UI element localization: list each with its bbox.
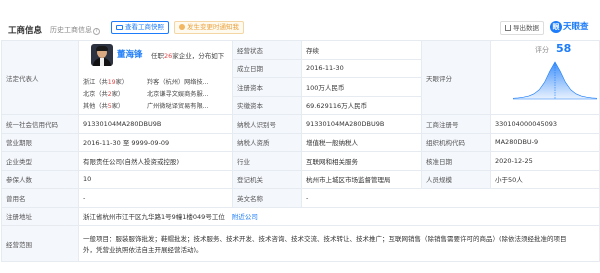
- english-name-value: -: [301, 188, 600, 208]
- insured-value: 10: [78, 169, 233, 189]
- address-label: 注册地址: [1, 206, 79, 226]
- unit-prefix: （共: [95, 91, 108, 98]
- section-title: 工商信息: [8, 26, 43, 36]
- unit-prefix: （共: [95, 103, 108, 110]
- avatar[interactable]: [91, 44, 113, 66]
- taxpayer-quality-value: 增值税一般纳税人: [301, 132, 422, 152]
- entity-region: 北京: [83, 91, 96, 98]
- industry-value: 互联网和相关服务: [301, 151, 422, 171]
- status-value: 存续: [301, 40, 422, 60]
- org-code-label: 组织机构代码: [421, 132, 491, 152]
- legal-rep-summary: 任职26家企业，分布如下: [151, 50, 224, 60]
- export-icon: [505, 25, 511, 31]
- unit-prefix: （共: [95, 79, 108, 86]
- entity-company[interactable]: 广州微哒译贸易有限...: [147, 101, 209, 110]
- english-name-label: 英文名称: [232, 188, 302, 208]
- unit-suffix: 家）: [111, 103, 125, 110]
- view-snapshot-label: 查看工商快照: [125, 23, 164, 31]
- export-label: 导出数据: [513, 24, 539, 32]
- export-button[interactable]: 导出数据: [500, 21, 544, 35]
- credit-code-label: 统一社会信用代码: [1, 114, 79, 134]
- tianyancha-logo: 眼天眼查: [550, 20, 589, 35]
- address-value: 浙江省杭州市江干区九华路1号9幢1楼049号工位: [83, 213, 225, 222]
- score-caption: 评分: [535, 46, 549, 54]
- score-value: 58: [556, 42, 572, 55]
- legal-rep-name[interactable]: 董海锋: [117, 48, 143, 60]
- nearby-companies-link[interactable]: 附近公司: [232, 213, 258, 221]
- approval-label: 核准日期: [421, 151, 491, 171]
- logo-eye-icon: 眼: [550, 21, 562, 33]
- history-label: 历史工商信息: [50, 26, 92, 34]
- taxpayer-quality-label: 纳税人资质: [232, 132, 302, 152]
- entity-row[interactable]: 浙江（共19家）: [83, 77, 128, 86]
- entity-row[interactable]: 北京（共2家）: [83, 89, 124, 98]
- logo-text: 天眼查: [563, 22, 589, 32]
- bell-icon: [179, 24, 185, 30]
- taxpayer-id-value: 91330104MA280DBU9B: [301, 114, 422, 134]
- history-link[interactable]: 历史工商信息?: [50, 25, 100, 35]
- scope-value-line-1: 一般项目：服装服饰批发；鞋帽批发；技术服务、技术开发、技术咨询、技术交流、技术转…: [83, 234, 567, 243]
- reg-capital-value: 100万人民币: [301, 77, 422, 97]
- staff-label: 人员规模: [421, 169, 491, 189]
- view-snapshot-button[interactable]: 查看工商快照: [111, 21, 169, 34]
- type-label: 企业类型: [1, 151, 79, 171]
- entity-company[interactable]: 北京谦寻文娱商务服...: [147, 89, 209, 98]
- reg-no-value: 330104000045093: [490, 114, 600, 134]
- scope-value-line-2: 外，凭营业执照依法自主开展经营活动)。: [83, 245, 203, 254]
- approval-value: 2020-12-25: [490, 151, 600, 171]
- score-label: 天眼评分: [421, 40, 491, 115]
- reg-capital-label: 注册资本: [232, 77, 302, 97]
- paid-capital-value: 69.629116万人民币: [301, 95, 422, 115]
- industry-label: 行业: [232, 151, 302, 171]
- insured-label: 参保人数: [1, 169, 79, 189]
- authority-value: 杭州市上城区市场监督管理局: [301, 169, 422, 189]
- section-header: 工商信息 历史工商信息? 查看工商快照 发生变更时通知我 导出数据 眼天眼查: [0, 0, 600, 36]
- authority-label: 登记机关: [232, 169, 302, 189]
- type-value: 有限责任公司(自然人投资或控股): [78, 151, 233, 171]
- paid-capital-label: 实缴资本: [232, 95, 302, 115]
- change-alert-label: 发生变更时通知我: [187, 23, 239, 31]
- scope-cell: 一般项目：服装服饰批发；鞋帽批发；技术服务、技术开发、技术咨询、技术交流、技术转…: [78, 225, 600, 262]
- business-info-table: 法定代表人 经营状态 存续 天眼评分 成立日期 2016-11-30 注册资本 …: [1, 40, 600, 262]
- taxpayer-id-label: 纳税人识别号: [232, 114, 302, 134]
- score-distribution-chart: [513, 61, 597, 100]
- help-icon[interactable]: ?: [93, 28, 100, 35]
- former-name-value: -: [78, 188, 233, 208]
- term-label: 营业期限: [1, 132, 79, 152]
- credit-code-value: 91330104MA280DBU9B: [78, 114, 233, 134]
- established-value: 2016-11-30: [301, 58, 422, 78]
- entity-count: 19: [107, 79, 116, 86]
- reg-no-label: 工商注册号: [421, 114, 491, 134]
- term-value: 2016-11-30 至 9999-09-09: [78, 132, 233, 152]
- legal-rep-label: 法定代表人: [1, 40, 79, 115]
- entity-region: 浙江: [83, 79, 96, 86]
- address-cell: 浙江省杭州市江干区九华路1号9幢1楼049号工位 附近公司: [78, 206, 600, 226]
- org-code-value: MA280DBU-9: [490, 132, 600, 152]
- scope-label: 经营范围: [1, 225, 79, 262]
- summary-prefix: 任职: [151, 52, 164, 60]
- former-name-label: 曾用名: [1, 188, 79, 208]
- status-label: 经营状态: [232, 40, 302, 60]
- entity-row[interactable]: 其他（共5家）: [83, 101, 124, 110]
- staff-value: 小于50人: [490, 169, 600, 189]
- summary-suffix: 家企业，分布如下: [172, 52, 225, 60]
- camera-icon: [116, 25, 123, 30]
- entity-company[interactable]: 羚客（杭州）网络技...: [147, 77, 209, 86]
- change-alert-button[interactable]: 发生变更时通知我: [174, 21, 244, 34]
- unit-suffix: 家）: [111, 91, 125, 98]
- unit-suffix: 家）: [115, 79, 128, 86]
- established-label: 成立日期: [232, 58, 302, 78]
- entity-region: 其他: [83, 103, 96, 110]
